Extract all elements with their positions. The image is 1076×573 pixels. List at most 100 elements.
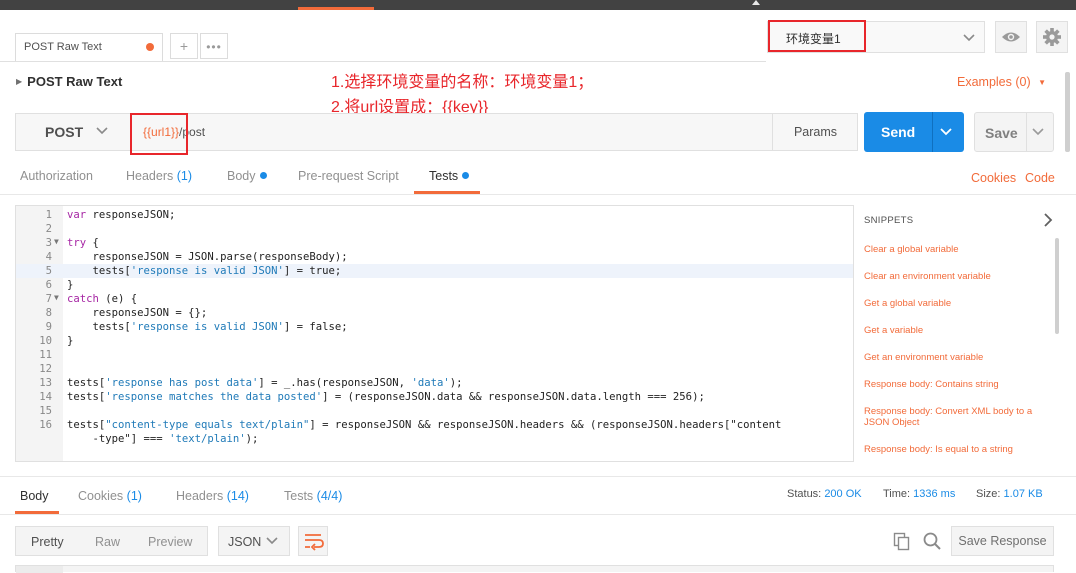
environment-quick-look-button[interactable]: [995, 21, 1027, 53]
time-label: Time:: [883, 488, 911, 500]
preview-button[interactable]: Preview: [148, 535, 192, 549]
pretty-button[interactable]: Pretty: [31, 535, 64, 549]
main-scrollbar[interactable]: [1063, 62, 1073, 572]
app-top-bar: [0, 0, 1076, 10]
chevron-down-icon[interactable]: [938, 125, 954, 139]
wrap-lines-button[interactable]: [298, 526, 328, 556]
tab-headers[interactable]: Headers (1): [126, 169, 192, 183]
snippet-link[interactable]: Clear an environment variable: [864, 271, 1054, 282]
code-text: var responseJSON;: [67, 209, 176, 221]
indicator-dot-icon: [462, 172, 470, 179]
params-button[interactable]: Params: [772, 113, 858, 151]
code-line: 15: [16, 404, 853, 418]
line-number: 16: [39, 419, 52, 431]
snippet-link[interactable]: Get a variable: [864, 325, 1054, 336]
ellipsis-icon: •••: [206, 40, 222, 54]
code-line: 9 tests['response is valid JSON'] = fals…: [16, 320, 853, 334]
snippet-link[interactable]: Clear a global variable: [864, 244, 1054, 255]
code-text: tests['response is valid JSON'] = false;: [67, 321, 348, 333]
format-select[interactable]: JSON: [218, 526, 290, 556]
view-mode-group: Pretty Raw Preview: [15, 526, 208, 556]
send-button[interactable]: Send: [864, 112, 964, 152]
code-line: 13 tests['response has post data'] = _.ha…: [16, 376, 853, 390]
request-name-label: POST Raw Text: [27, 74, 123, 89]
fold-caret-icon[interactable]: ▼: [54, 291, 59, 305]
copy-icon[interactable]: [892, 531, 912, 551]
response-body-editor[interactable]: [15, 565, 1054, 573]
snippets-scrollbar[interactable]: [1055, 238, 1059, 334]
code-line: 12: [16, 362, 853, 376]
code-text: tests['response matches the data posted'…: [67, 391, 705, 403]
save-button[interactable]: Save: [974, 112, 1054, 152]
plus-icon: +: [179, 38, 189, 54]
line-number: 4: [45, 251, 52, 263]
snippet-link[interactable]: Response body: Contains string: [864, 379, 1054, 390]
response-tab-cookies-count: (1): [126, 489, 142, 503]
code-line: 4 responseJSON = JSON.parse(responseBody…: [16, 250, 853, 264]
save-split-divider: [1026, 113, 1027, 151]
snippet-link[interactable]: Response body: Is equal to a string: [864, 444, 1054, 455]
caret-right-icon: ▶: [16, 77, 23, 86]
chevron-down-icon[interactable]: [1030, 125, 1046, 139]
tab-prerequest-script[interactable]: Pre-request Script: [298, 169, 399, 183]
response-tab-headers[interactable]: Headers (14): [176, 489, 249, 503]
code-text: try {: [67, 237, 99, 249]
response-tab-body[interactable]: Body: [20, 489, 49, 503]
save-response-button[interactable]: Save Response: [951, 526, 1054, 556]
main-scrollbar-thumb[interactable]: [1065, 72, 1070, 152]
code-line: 8 responseJSON = {};: [16, 306, 853, 320]
snippets-heading: SNIPPETS: [864, 215, 914, 226]
raw-button[interactable]: Raw: [95, 535, 120, 549]
line-number: 6: [45, 279, 52, 291]
size-value: 1.07 KB: [1003, 488, 1043, 500]
code-line: -type"] === 'text/plain');: [16, 432, 853, 446]
code-line: 2: [16, 222, 853, 236]
tab-tests[interactable]: Tests: [429, 169, 470, 183]
response-tab-cookies[interactable]: Cookies (1): [78, 489, 142, 503]
fold-caret-icon[interactable]: ▼: [54, 235, 59, 249]
chevron-right-icon[interactable]: [1042, 212, 1054, 228]
indicator-dot-icon: [259, 172, 267, 179]
snippet-link[interactable]: Response body: Convert XML body to a JSO…: [864, 406, 1054, 428]
request-tab[interactable]: POST Raw Text: [15, 33, 163, 62]
eye-icon: [1002, 32, 1020, 42]
wrap-lines-icon: [305, 534, 324, 551]
code-text: }: [67, 279, 74, 291]
request-tab-title: POST Raw Text: [24, 41, 102, 53]
line-number: 3: [45, 237, 52, 249]
response-tab-tests[interactable]: Tests (4/4): [284, 489, 342, 503]
caret-up-icon: [752, 0, 760, 5]
response-size: Size: 1.07 KB: [976, 488, 1043, 500]
search-icon[interactable]: [922, 531, 942, 551]
code-link[interactable]: Code: [1025, 171, 1055, 185]
tab-headers-label: Headers: [126, 169, 174, 183]
code-text: tests['response has post data'] = _.has(…: [67, 377, 463, 389]
new-tab-button[interactable]: +: [170, 33, 198, 59]
code-text: responseJSON = {};: [67, 307, 208, 319]
cookies-link[interactable]: Cookies: [971, 171, 1016, 185]
more-tabs-button[interactable]: •••: [200, 33, 228, 59]
code-line: 1 var responseJSON;: [16, 208, 853, 222]
code-text: responseJSON = JSON.parse(responseBody);: [67, 251, 348, 263]
tab-body[interactable]: Body: [227, 169, 267, 183]
response-status: Status: 200 OK: [787, 488, 862, 500]
tab-tests-label: Tests: [429, 169, 459, 183]
tab-authorization[interactable]: Authorization: [20, 169, 93, 183]
annotation-box-url: [130, 113, 188, 155]
code-line: 6}: [16, 278, 853, 292]
code-text: -type"] === 'text/plain');: [67, 433, 259, 445]
examples-label: Examples (0): [957, 75, 1031, 89]
examples-dropdown[interactable]: Examples (0) ▼: [957, 75, 1046, 89]
response-tab-headers-count: (14): [226, 489, 249, 503]
method-label: POST: [45, 124, 84, 140]
manage-environments-button[interactable]: [1036, 21, 1068, 53]
snippet-link[interactable]: Get an environment variable: [864, 352, 1054, 363]
method-select[interactable]: POST: [15, 113, 115, 151]
line-number: 13: [39, 377, 52, 389]
response-tabs-divider: [0, 514, 1076, 515]
snippet-link[interactable]: Get a global variable: [864, 298, 1054, 309]
response-tab-tests-label: Tests: [284, 489, 314, 503]
line-number: 7: [45, 293, 52, 305]
tests-code-editor[interactable]: 1 var responseJSON; 2 3 ▼ try {4 responseJSON…: [15, 205, 854, 462]
request-name[interactable]: ▶ POST Raw Text: [16, 74, 122, 89]
